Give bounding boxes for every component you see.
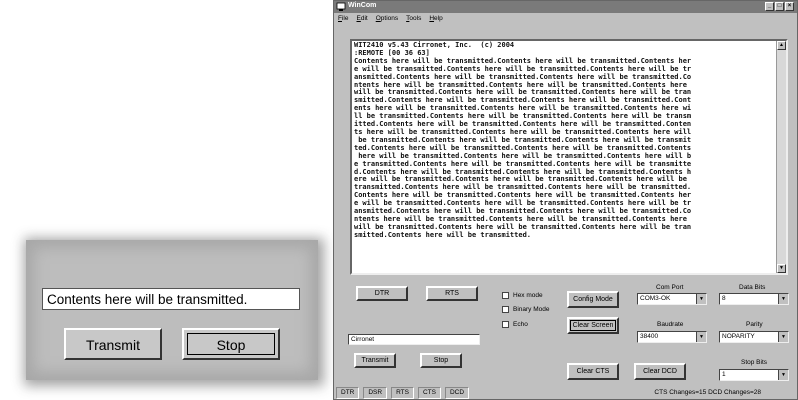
status-changes: CTS Changes=15 DCD Changes=28 [654,389,761,396]
dtr-button[interactable]: DTR [356,286,408,301]
data-bits-select[interactable]: 8 ▼ [719,293,789,305]
menu-help[interactable]: Help [429,13,442,25]
chevron-down-icon[interactable]: ▼ [696,294,706,304]
binary-mode-checkbox[interactable]: Binary Mode [502,306,550,313]
title-bar: WinCom _ □ × [334,1,797,13]
clear-dcd-button[interactable]: Clear DCD [634,363,686,380]
terminal-text: WIT2410 v5.43 Cirronet, Inc. (c) 2004:RE… [354,41,778,240]
echo-checkbox[interactable]: Echo [502,321,528,328]
app-icon [336,2,346,11]
terminal-scrollbar[interactable]: ▲ ▼ [776,41,786,273]
clear-screen-button[interactable]: Clear Screen [567,317,619,334]
com-port-label: Com Port [656,284,684,291]
scroll-up-icon[interactable]: ▲ [777,41,786,50]
stop-button-zoomed[interactable]: Stop [182,328,280,360]
com-port-select[interactable]: COM3-OK ▼ [637,293,707,305]
window-title: WinCom [348,2,377,9]
terminal-output[interactable]: WIT2410 v5.43 Cirronet, Inc. (c) 2004:RE… [350,39,788,275]
status-dcd: DCD [444,387,470,399]
rts-button[interactable]: RTS [426,286,478,301]
chevron-down-icon[interactable]: ▼ [778,294,788,304]
menu-file[interactable]: File [338,13,349,25]
menu-tools[interactable]: Tools [406,13,421,25]
zoom-panel: Contents here will be transmitted. Trans… [26,240,318,380]
send-text-field-zoomed[interactable]: Contents here will be transmitted. [42,288,300,310]
chevron-down-icon[interactable]: ▼ [696,332,706,342]
status-cts: CTS [417,387,441,399]
stop-bits-select[interactable]: 1 ▼ [719,369,789,381]
config-mode-button[interactable]: Config Mode [567,291,619,308]
baudrate-label: Baudrate [657,321,684,328]
wincom-window: WinCom _ □ × File Edit Options Tools Hel… [333,0,798,400]
chevron-down-icon[interactable]: ▼ [778,332,788,342]
status-bar: DTR DSR RTS CTS DCD CTS Changes=15 DCD C… [334,387,797,399]
chevron-down-icon[interactable]: ▼ [778,370,788,380]
transmit-button[interactable]: Transmit [354,353,396,368]
scroll-down-icon[interactable]: ▼ [777,264,786,273]
menu-options[interactable]: Options [376,13,398,25]
stop-bits-label: Stop Bits [741,359,768,366]
menu-bar: File Edit Options Tools Help [334,13,443,25]
menu-edit[interactable]: Edit [357,13,368,25]
minimize-icon[interactable]: _ [765,2,774,11]
transmit-button-zoomed[interactable]: Transmit [64,328,162,360]
hex-mode-checkbox[interactable]: Hex mode [502,292,543,299]
close-icon[interactable]: × [785,2,794,11]
send-text-field[interactable]: Cirronet [348,334,480,345]
clear-cts-button[interactable]: Clear CTS [567,363,619,380]
status-dtr: DTR [336,387,360,399]
status-rts: RTS [391,387,414,399]
parity-select[interactable]: NOPARITY ▼ [719,331,789,343]
baudrate-select[interactable]: 38400 ▼ [637,331,707,343]
parity-label: Parity [746,321,763,328]
terminal-line: smitted.Contents here will be transmitte… [354,230,532,239]
stop-button[interactable]: Stop [420,353,462,368]
maximize-icon[interactable]: □ [775,2,784,11]
status-dsr: DSR [363,387,388,399]
data-bits-label: Data Bits [739,284,766,291]
